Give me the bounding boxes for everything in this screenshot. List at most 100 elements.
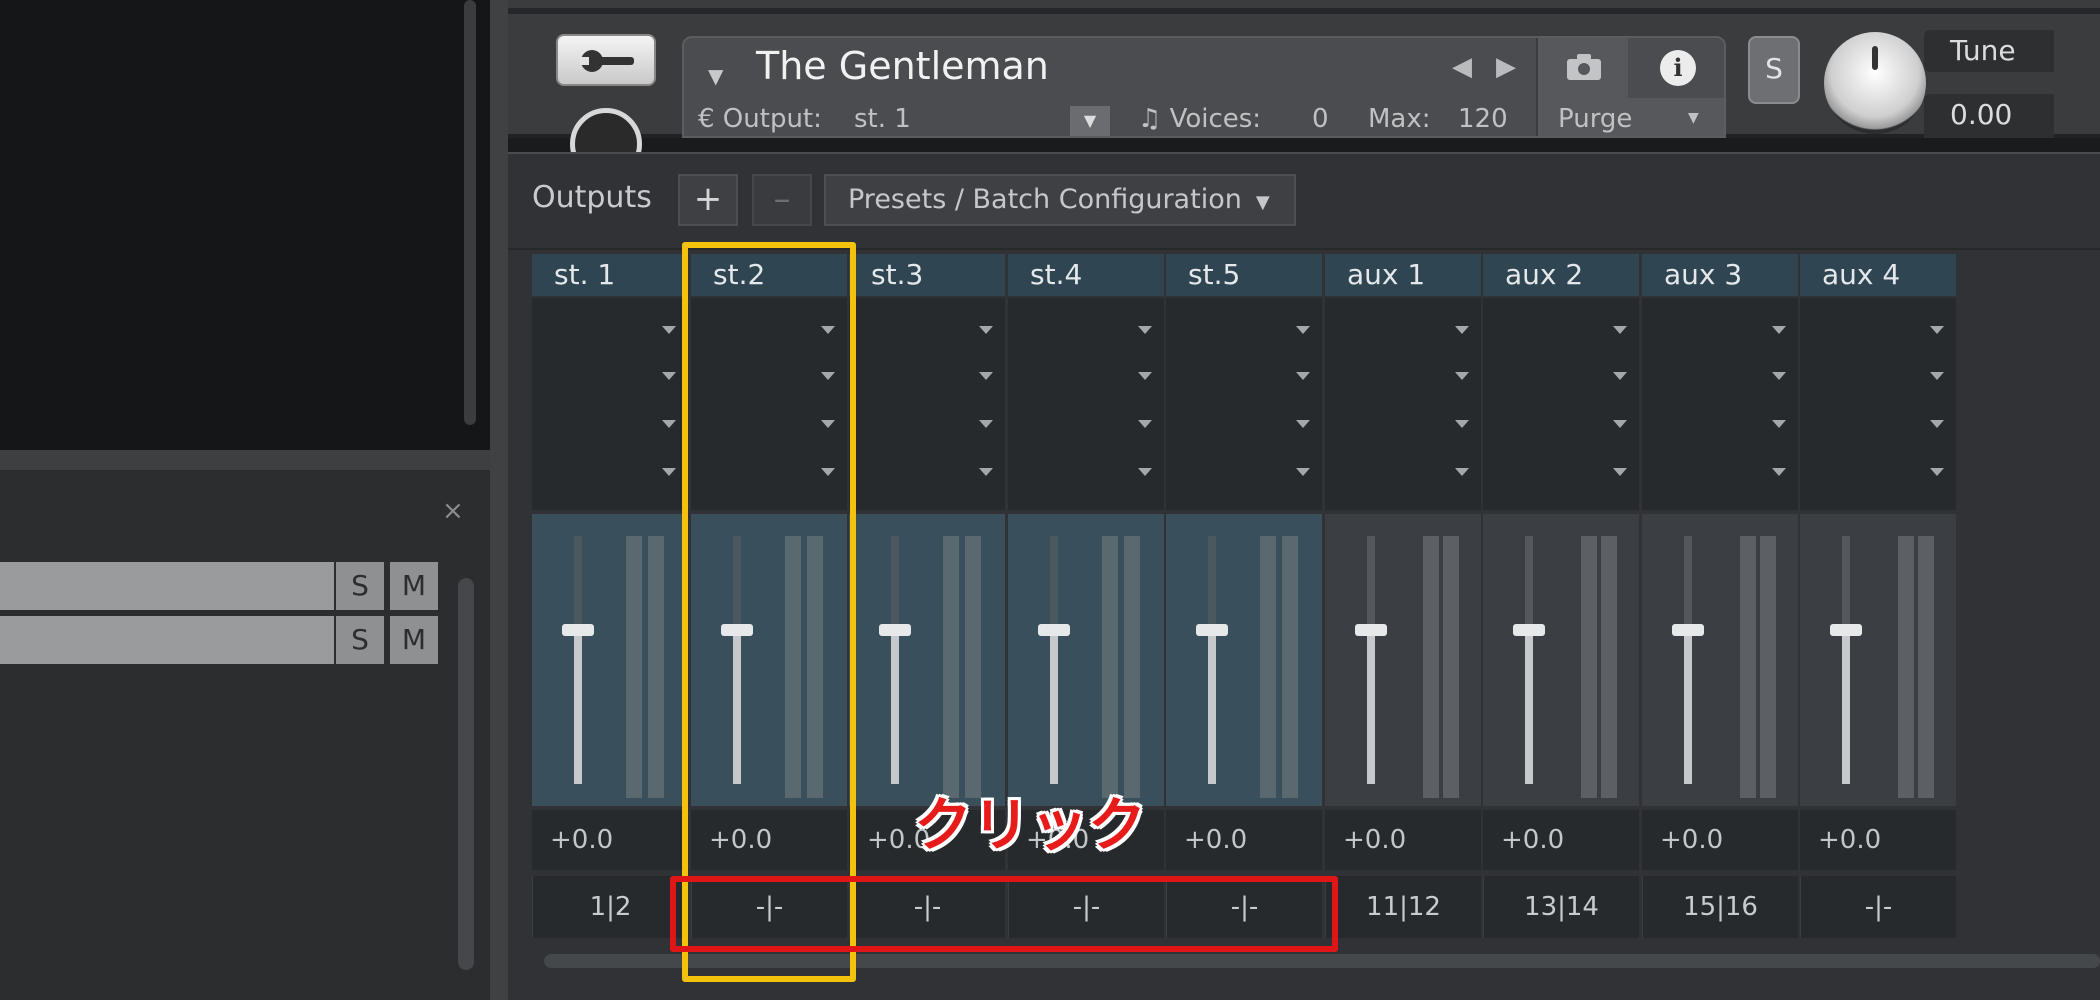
send-dropdown-icon[interactable]	[1930, 372, 1944, 380]
send-dropdown-icon[interactable]	[1296, 372, 1310, 380]
track-name-field[interactable]	[0, 562, 334, 610]
channel-name[interactable]: aux 1	[1325, 254, 1481, 296]
track-row[interactable]: S M	[0, 562, 444, 610]
send-dropdown-icon[interactable]	[662, 326, 676, 334]
send-dropdown-icon[interactable]	[1296, 468, 1310, 476]
track-solo-button[interactable]: S	[334, 562, 384, 610]
tune-knob[interactable]	[1824, 32, 1926, 134]
channel-name[interactable]: st.5	[1166, 254, 1322, 296]
send-dropdown-icon[interactable]	[979, 420, 993, 428]
send-dropdown-icon[interactable]	[1138, 420, 1152, 428]
purge-menu[interactable]: Purge ▼	[1536, 98, 1724, 136]
outputs-title: Outputs	[532, 180, 652, 215]
output-dropdown-icon[interactable]: ▼	[1070, 106, 1110, 136]
channel-level-value[interactable]: +0.0	[1642, 810, 1798, 870]
channel-name[interactable]: st.3	[849, 254, 1005, 296]
fader-handle[interactable]	[1355, 624, 1387, 636]
add-output-button[interactable]: +	[678, 174, 738, 226]
send-dropdown-icon[interactable]	[1138, 468, 1152, 476]
vertical-divider[interactable]	[490, 0, 508, 1000]
send-dropdown-icon[interactable]	[1455, 468, 1469, 476]
fader-handle[interactable]	[1196, 624, 1228, 636]
output-value[interactable]: st. 1	[854, 104, 911, 134]
send-dropdown-icon[interactable]	[1772, 420, 1786, 428]
send-dropdown-icon[interactable]	[1613, 468, 1627, 476]
send-dropdown-icon[interactable]	[1930, 468, 1944, 476]
send-dropdown-icon[interactable]	[1138, 372, 1152, 380]
browser-panel	[0, 0, 490, 450]
meter-left	[1423, 536, 1439, 798]
send-dropdown-icon[interactable]	[1772, 468, 1786, 476]
fader-handle[interactable]	[1038, 624, 1070, 636]
info-button[interactable]: i	[1630, 38, 1724, 98]
track-mute-button[interactable]: M	[388, 616, 438, 664]
instrument-solo-button[interactable]: S	[1748, 36, 1800, 104]
channel-routing-button[interactable]: 11|12	[1325, 876, 1481, 938]
send-dropdown-icon[interactable]	[979, 468, 993, 476]
channel-name[interactable]: st.4	[1008, 254, 1164, 296]
send-dropdown-icon[interactable]	[1613, 372, 1627, 380]
meter-left	[1102, 536, 1118, 798]
track-mute-button[interactable]: M	[388, 562, 438, 610]
fader-handle[interactable]	[1672, 624, 1704, 636]
instrument-edit-button[interactable]	[556, 34, 656, 86]
send-dropdown-icon[interactable]	[662, 420, 676, 428]
send-dropdown-icon[interactable]	[979, 372, 993, 380]
tune-value[interactable]: 0.00	[1950, 98, 2012, 131]
track-solo-button[interactable]: S	[334, 616, 384, 664]
channel-name[interactable]: aux 2	[1483, 254, 1639, 296]
send-dropdown-icon[interactable]	[979, 326, 993, 334]
channel-fader-area	[849, 514, 1005, 806]
channel-level-value[interactable]: +0.0	[532, 810, 688, 870]
next-instrument-icon[interactable]: ▶	[1496, 52, 1516, 82]
track-row[interactable]: S M	[0, 616, 444, 664]
instrument-info-panel: ▼ The Gentleman ◀ ▶ i € Output: st. 1 ▼ …	[682, 36, 1726, 138]
channel-level-value[interactable]: +0.0	[1483, 810, 1639, 870]
send-dropdown-icon[interactable]	[1930, 326, 1944, 334]
send-dropdown-icon[interactable]	[1455, 326, 1469, 334]
send-dropdown-icon[interactable]	[1296, 326, 1310, 334]
track-name-field[interactable]	[0, 616, 334, 664]
presets-batch-config-button[interactable]: Presets / Batch Configuration ▼	[824, 174, 1296, 226]
fader-handle[interactable]	[1830, 624, 1862, 636]
previous-instrument-icon[interactable]: ◀	[1452, 52, 1472, 82]
snapshot-button[interactable]	[1536, 38, 1628, 98]
meter-right	[1918, 536, 1934, 798]
send-dropdown-icon[interactable]	[1772, 372, 1786, 380]
max-voices-value[interactable]: 120	[1458, 104, 1508, 134]
panel-divider[interactable]	[0, 450, 505, 470]
instrument-menu-icon[interactable]: ▼	[708, 64, 723, 88]
channel-name[interactable]: st. 1	[532, 254, 688, 296]
send-dropdown-icon[interactable]	[1455, 372, 1469, 380]
fader-handle[interactable]	[562, 624, 594, 636]
fader-handle[interactable]	[879, 624, 911, 636]
send-dropdown-icon[interactable]	[662, 372, 676, 380]
output-label: € Output:	[698, 104, 822, 134]
channel-level-value[interactable]: +0.0	[1325, 810, 1481, 870]
channel-level-value[interactable]: +0.0	[1800, 810, 1956, 870]
track-panel-scrollbar[interactable]	[458, 578, 474, 970]
channel-strip: aux 1 +0.0 11|12	[1325, 254, 1481, 944]
channel-routing-button[interactable]: 13|14	[1483, 876, 1639, 938]
track-panel: × S M S M	[0, 470, 490, 1000]
close-icon[interactable]: ×	[442, 496, 464, 526]
fader-level-fill	[1842, 634, 1850, 784]
channel-routing-button[interactable]: 15|16	[1642, 876, 1798, 938]
browser-scrollbar[interactable]	[464, 0, 476, 425]
send-dropdown-icon[interactable]	[1296, 420, 1310, 428]
send-dropdown-icon[interactable]	[662, 468, 676, 476]
remove-output-button[interactable]: –	[752, 174, 812, 226]
channel-name[interactable]: aux 3	[1642, 254, 1798, 296]
send-dropdown-icon[interactable]	[1455, 420, 1469, 428]
send-dropdown-icon[interactable]	[1613, 420, 1627, 428]
fader-handle[interactable]	[1513, 624, 1545, 636]
send-dropdown-icon[interactable]	[1930, 420, 1944, 428]
channel-level-value[interactable]: +0.0	[1166, 810, 1322, 870]
channel-sends	[1008, 298, 1164, 510]
channel-routing-button[interactable]: -|-	[1800, 876, 1956, 938]
send-dropdown-icon[interactable]	[1772, 326, 1786, 334]
send-dropdown-icon[interactable]	[1613, 326, 1627, 334]
channel-routing-button[interactable]: 1|2	[532, 876, 688, 938]
send-dropdown-icon[interactable]	[1138, 326, 1152, 334]
channel-name[interactable]: aux 4	[1800, 254, 1956, 296]
